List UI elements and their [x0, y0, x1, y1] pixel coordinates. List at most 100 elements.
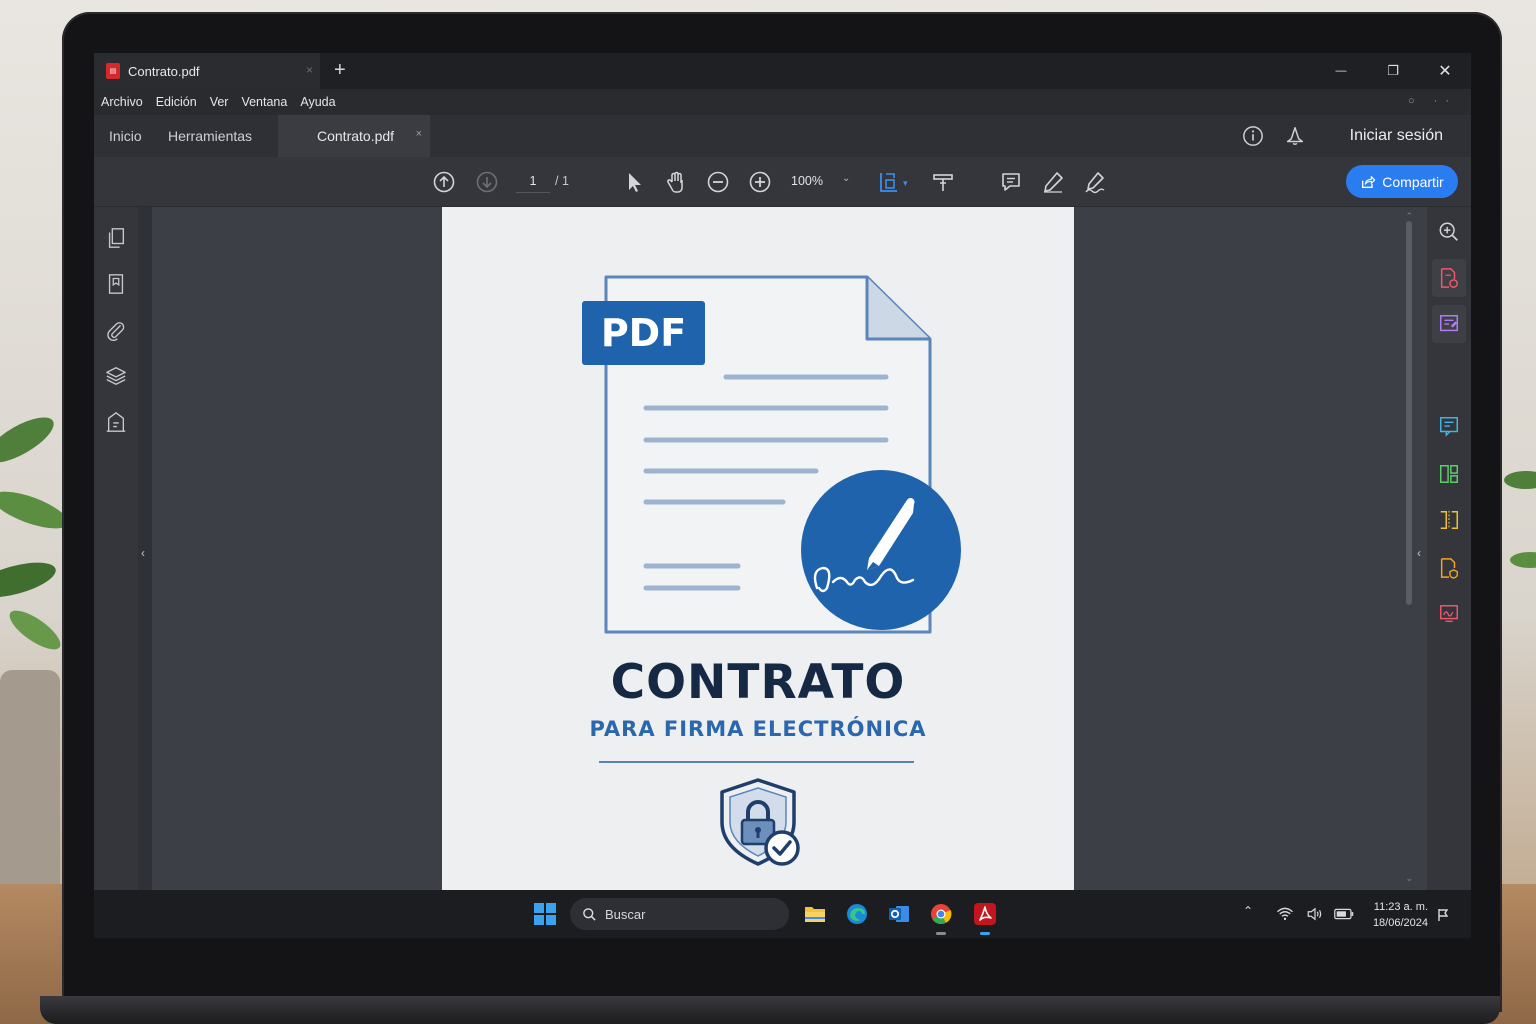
acrobat-icon[interactable] [973, 902, 997, 926]
close-window-button[interactable]: ✕ [1419, 53, 1471, 89]
security-shield-icon [720, 778, 800, 866]
restore-icon: ❐ [1387, 63, 1399, 78]
outlook-icon[interactable] [887, 902, 911, 926]
select-cursor-icon[interactable] [622, 170, 646, 194]
minimize-button[interactable]: — [1315, 53, 1367, 89]
vertical-scrollbar[interactable] [1406, 221, 1412, 605]
next-page-icon[interactable] [475, 170, 499, 194]
battery-icon[interactable] [1334, 908, 1354, 920]
minimize-icon: — [1335, 65, 1347, 77]
laptop-base [40, 996, 1500, 1024]
zoom-level[interactable]: 100% [791, 174, 823, 188]
notification-flag-icon[interactable] [1437, 908, 1449, 922]
compare-icon[interactable] [1438, 509, 1460, 531]
document-page: PDF CONTRATO PARA FIRMA ELECTRÓNICA [442, 207, 1074, 890]
document-divider [599, 761, 914, 763]
menu-archivo[interactable]: Archivo [101, 95, 143, 109]
zoom-in-toolbar-icon[interactable] [748, 170, 772, 194]
volume-icon[interactable] [1306, 906, 1324, 922]
highlight-pen-icon[interactable] [1041, 170, 1065, 194]
document-title: CONTRATO [610, 655, 906, 710]
windows-start-icon[interactable] [534, 903, 556, 925]
sign-icon[interactable] [1083, 170, 1107, 194]
tab-herramientas[interactable]: Herramientas [168, 115, 252, 157]
pages-icon[interactable] [105, 227, 127, 249]
wifi-icon[interactable] [1276, 906, 1294, 922]
scroll-down-icon[interactable]: ⌄ [1405, 873, 1413, 884]
share-label: Compartir [1382, 173, 1444, 190]
menu-edicion[interactable]: Edición [156, 95, 197, 109]
page-fit-dropdown-icon[interactable]: ▾ [903, 178, 908, 189]
page-number-input[interactable]: 1 [516, 174, 550, 193]
share-button[interactable]: Compartir [1346, 165, 1458, 198]
export-pdf-icon [1440, 268, 1458, 288]
attachment-icon[interactable] [105, 319, 127, 341]
edit-pdf-tool[interactable] [1432, 305, 1466, 343]
tab-close-button[interactable]: × [306, 63, 313, 77]
tab-herramientas-label: Herramientas [168, 128, 253, 144]
chrome-running-indicator [936, 932, 946, 935]
notifications-icon[interactable] [1284, 125, 1306, 147]
new-tab-button[interactable]: + [334, 59, 346, 82]
collapse-right-panel-icon[interactable]: ‹ [1417, 546, 1421, 560]
collapse-left-panel-icon[interactable]: ‹ [141, 546, 145, 560]
file-explorer-icon[interactable] [803, 902, 827, 926]
menu-ver[interactable]: Ver [210, 95, 229, 109]
tray-overflow-icon[interactable]: ⌃ [1243, 904, 1253, 918]
add-comment-icon[interactable] [999, 170, 1023, 194]
share-icon [1362, 175, 1376, 188]
taskbar-clock[interactable]: 11:23 a. m. 18/06/2024 [1373, 899, 1428, 931]
tab-inicio[interactable]: Inicio [109, 115, 142, 157]
zoom-out-icon[interactable] [706, 170, 730, 194]
close-icon: ✕ [1438, 63, 1452, 80]
clock-date: 18/06/2024 [1372, 917, 1428, 929]
organize-pages-icon[interactable] [1438, 463, 1460, 485]
layers-icon[interactable] [105, 365, 127, 387]
maximize-button[interactable]: ❐ [1367, 53, 1419, 89]
taskbar: Buscar ⌃ 11:23 a. m. 18/06/2024 [94, 890, 1471, 938]
export-pdf-tool[interactable] [1432, 259, 1466, 297]
fill-sign-icon[interactable] [1438, 603, 1460, 625]
pdf-file-icon: ▤ [106, 63, 120, 79]
browser-tab[interactable]: ▤ Contrato.pdf × [94, 53, 320, 89]
comment-icon[interactable] [1438, 415, 1460, 437]
toolbar: 1 / 1 100% ⌄ ▾ Compartir [94, 157, 1471, 207]
tags-icon[interactable] [105, 411, 127, 433]
screen: ▤ Contrato.pdf × + — ❐ ✕ Archivo Edición… [94, 53, 1471, 938]
app-tab-bar: Inicio Herramientas Contrato.pdf × Inici… [94, 115, 1471, 157]
tab-document[interactable]: Contrato.pdf × [278, 115, 430, 157]
previous-page-icon[interactable] [432, 170, 456, 194]
search-placeholder: Buscar [605, 906, 646, 922]
tab-document-close-button[interactable]: × [416, 128, 422, 140]
page-fit-icon[interactable] [877, 170, 901, 194]
edge-browser-icon[interactable] [845, 902, 869, 926]
search-icon [583, 907, 596, 921]
tab-inicio-label: Inicio [109, 128, 142, 144]
hand-tool-icon[interactable] [664, 170, 688, 194]
document-subtitle: PARA FIRMA ELECTRÓNICA [589, 717, 927, 741]
bookmark-icon[interactable] [105, 273, 127, 295]
clock-time: 11:23 a. m. [1373, 901, 1428, 913]
zoom-dropdown-icon[interactable]: ⌄ [842, 173, 850, 184]
pdf-badge: PDF [600, 311, 687, 355]
menu-overflow-icon[interactable]: ○ ·· [1408, 95, 1457, 107]
menu-ventana[interactable]: Ventana [241, 95, 287, 109]
text-to-speech-icon[interactable] [931, 170, 955, 194]
taskbar-search[interactable]: Buscar [570, 898, 789, 930]
protect-icon[interactable] [1438, 557, 1460, 579]
left-panel-rail [94, 207, 138, 890]
tab-document-label: Contrato.pdf [317, 128, 395, 144]
chrome-icon[interactable] [929, 902, 953, 926]
page-total: / 1 [555, 174, 569, 188]
zoom-in-icon[interactable] [1438, 221, 1460, 243]
title-bar: ▤ Contrato.pdf × + — ❐ ✕ [94, 53, 1471, 89]
acrobat-active-indicator [980, 932, 990, 935]
help-icon[interactable] [1242, 125, 1264, 147]
tab-title: Contrato.pdf [128, 63, 200, 79]
menu-bar: Archivo Edición Ver Ventana Ayuda ○ ·· [94, 89, 1471, 115]
right-tools-rail [1427, 207, 1471, 890]
edit-pdf-icon [1440, 315, 1458, 332]
menu-ayuda[interactable]: Ayuda [300, 95, 335, 109]
plant-decoration-right [1504, 471, 1536, 568]
sign-in-button[interactable]: Iniciar sesión [1350, 127, 1443, 145]
